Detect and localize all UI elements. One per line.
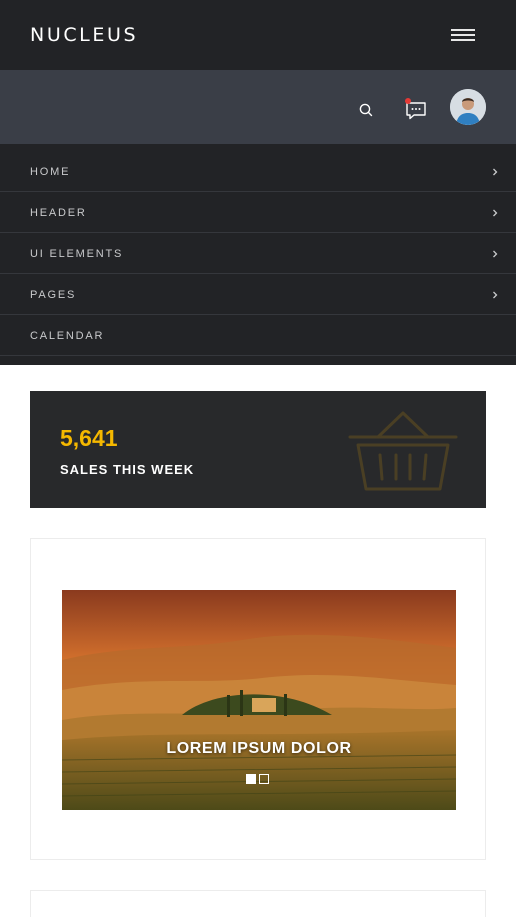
nav-item-label: HOME bbox=[30, 166, 71, 178]
nav-item-pages[interactable]: PAGES bbox=[0, 274, 516, 315]
nav-item-calendar[interactable]: CALENDAR bbox=[0, 315, 516, 356]
brand-logo[interactable]: NUCLEUS bbox=[30, 24, 138, 46]
stat-value: 5,641 bbox=[60, 425, 118, 451]
chevron-right-icon bbox=[493, 209, 498, 217]
nav-item-label: UI ELEMENTS bbox=[30, 248, 124, 260]
notification-dot bbox=[405, 98, 411, 104]
nav-item-ui-elements[interactable]: UI ELEMENTS bbox=[0, 233, 516, 274]
nav-item-label: CALENDAR bbox=[30, 330, 105, 342]
chat-bubble-icon[interactable] bbox=[402, 96, 430, 122]
slider-dot-1[interactable] bbox=[246, 774, 256, 784]
search-icon[interactable] bbox=[356, 100, 376, 120]
chevron-right-icon bbox=[493, 168, 498, 176]
next-card bbox=[30, 890, 486, 917]
chevron-right-icon bbox=[493, 291, 498, 299]
slider-pagination bbox=[246, 774, 269, 784]
nav-item-label: HEADER bbox=[30, 207, 87, 219]
hamburger-menu-icon[interactable] bbox=[449, 25, 477, 45]
shopping-basket-icon bbox=[348, 411, 458, 491]
side-navigation: HOME HEADER UI ELEMENTS PAGES CALENDAR bbox=[0, 144, 516, 365]
nav-item-header[interactable]: HEADER bbox=[0, 192, 516, 233]
slider-image[interactable]: LOREM IPSUM DOLOR bbox=[62, 590, 456, 810]
slider-dot-2[interactable] bbox=[259, 774, 269, 784]
action-bar bbox=[0, 70, 516, 144]
top-header: NUCLEUS bbox=[0, 0, 516, 70]
nav-item-home[interactable]: HOME bbox=[0, 144, 516, 192]
chevron-right-icon bbox=[493, 250, 498, 258]
stat-label: SALES THIS WEEK bbox=[60, 462, 195, 477]
nav-item-label: PAGES bbox=[30, 289, 77, 301]
image-slider-card: LOREM IPSUM DOLOR bbox=[30, 538, 486, 860]
sales-stat-card: 5,641 SALES THIS WEEK bbox=[30, 391, 486, 508]
avatar[interactable] bbox=[450, 89, 486, 125]
slide-caption: LOREM IPSUM DOLOR bbox=[166, 740, 352, 757]
